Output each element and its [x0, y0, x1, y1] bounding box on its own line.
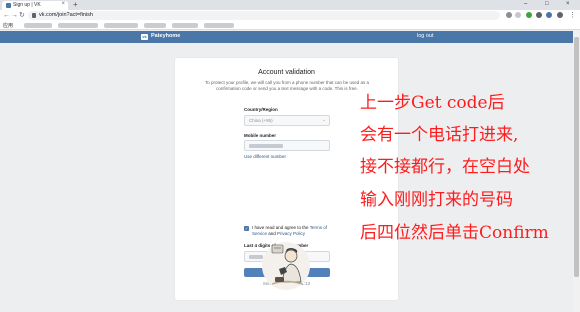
- translate-icon[interactable]: [506, 12, 512, 18]
- card-title: Account validation: [258, 69, 315, 76]
- phone-call-illustration-icon: [262, 242, 310, 290]
- browser-tab-strip: Sign up | VK × + – □ ×: [0, 0, 580, 10]
- vk-header: vk Pateyhome log out: [0, 31, 573, 43]
- annotation-line: 会有一个电话打进来,: [360, 125, 519, 145]
- redacted-number: [249, 144, 283, 148]
- card-description: To protect your profile, we will call yo…: [204, 80, 370, 91]
- browser-tab[interactable]: Sign up | VK ×: [2, 1, 68, 10]
- bookmark-item[interactable]: [58, 23, 98, 28]
- chevron-down-icon: ⌄: [321, 117, 326, 123]
- country-select[interactable]: China (+86) ⌄: [244, 115, 330, 126]
- vk-extension-icon[interactable]: [546, 12, 552, 18]
- lock-icon: [32, 13, 36, 18]
- scrollbar-thumb[interactable]: [574, 37, 579, 277]
- close-window-button[interactable]: ×: [566, 0, 570, 9]
- annotation-line: 接不接都行，在空白处: [360, 157, 530, 177]
- vk-logo-icon[interactable]: vk: [141, 34, 148, 40]
- address-bar[interactable]: vk.com/join?act=finish: [28, 11, 500, 20]
- back-icon[interactable]: ←: [3, 11, 10, 20]
- url-text: vk.com/join?act=finish: [39, 12, 93, 18]
- annotation-line: 后四位然后单击Confirm: [360, 223, 549, 243]
- tab-title: Sign up | VK: [13, 2, 41, 8]
- reload-icon[interactable]: ↻: [19, 11, 25, 20]
- country-value: China (+86): [249, 118, 273, 123]
- bookmark-item[interactable]: [144, 23, 166, 28]
- mobile-label: Mobile number: [244, 133, 277, 138]
- bookmark-item[interactable]: [172, 23, 198, 28]
- agree-and: and: [267, 231, 278, 236]
- vk-logo-text: vk: [142, 34, 147, 39]
- annotation-line: 输入刚刚打来的号码: [360, 190, 513, 210]
- extension-icon[interactable]: [536, 12, 542, 18]
- privacy-link[interactable]: Privacy Policy: [277, 231, 305, 236]
- country-label: Country/Region: [244, 107, 278, 112]
- vk-favicon-icon: [6, 3, 11, 8]
- mobile-number-field[interactable]: [244, 140, 330, 151]
- minimize-button[interactable]: –: [524, 0, 527, 9]
- maximize-button[interactable]: □: [545, 0, 549, 9]
- bookmark-item[interactable]: [24, 23, 52, 28]
- forward-icon[interactable]: →: [11, 11, 18, 20]
- menu-icon[interactable]: ⋮: [569, 11, 576, 20]
- new-tab-button[interactable]: +: [73, 0, 78, 9]
- extension-icon[interactable]: [526, 12, 532, 18]
- agree-text: I have read and agree to the Terms of Se…: [252, 225, 332, 237]
- star-icon[interactable]: [515, 12, 521, 18]
- logout-link[interactable]: log out: [417, 33, 434, 39]
- annotation-line: 上一步Get code后: [360, 93, 505, 113]
- bookmark-apps[interactable]: 应用: [3, 22, 13, 29]
- agree-checkbox[interactable]: ✓: [244, 226, 249, 231]
- agree-prefix: I have read and agree to the: [252, 225, 310, 230]
- browser-toolbar: ← → ↻ vk.com/join?act=finish ⋮: [0, 10, 580, 21]
- brand-name: Pateyhome: [151, 33, 181, 39]
- page-scrollbar[interactable]: [573, 31, 580, 312]
- use-different-number-link[interactable]: Use different number: [244, 154, 286, 159]
- bookmarks-bar: 应用: [0, 21, 580, 30]
- bookmark-item[interactable]: [104, 23, 138, 28]
- profile-icon[interactable]: [557, 12, 563, 18]
- close-tab-icon[interactable]: ×: [61, 1, 65, 7]
- bookmark-item[interactable]: [204, 23, 234, 28]
